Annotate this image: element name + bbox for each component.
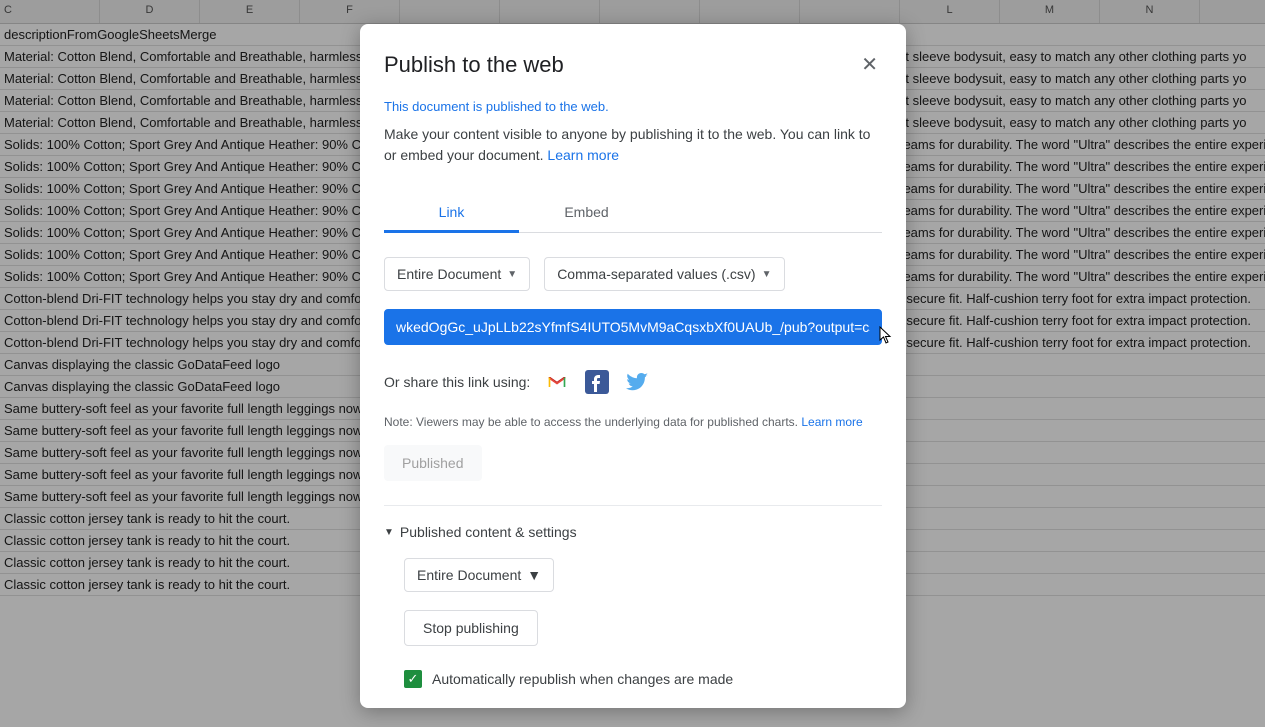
twitter-icon[interactable] bbox=[624, 369, 650, 395]
dialog-title: Publish to the web bbox=[384, 52, 564, 78]
settings-toggle[interactable]: ▼ Published content & settings bbox=[384, 524, 882, 540]
publish-url-input[interactable] bbox=[384, 309, 882, 345]
settings-header-label: Published content & settings bbox=[400, 524, 577, 540]
tab-embed[interactable]: Embed bbox=[519, 194, 654, 232]
published-button: Published bbox=[384, 445, 482, 481]
caret-down-icon: ▼ bbox=[762, 269, 772, 280]
tab-link[interactable]: Link bbox=[384, 194, 519, 233]
facebook-icon[interactable] bbox=[584, 369, 610, 395]
gmail-icon[interactable] bbox=[544, 369, 570, 395]
caret-down-icon: ▼ bbox=[527, 567, 541, 583]
note-learn-more-link[interactable]: Learn more bbox=[801, 415, 862, 429]
auto-republish-checkbox[interactable]: ✓ bbox=[404, 670, 422, 688]
note-body: Viewers may be able to access the underl… bbox=[413, 415, 802, 429]
select-format-label: Comma-separated values (.csv) bbox=[557, 266, 755, 282]
publish-dialog: Publish to the web ✕ This document is pu… bbox=[360, 24, 906, 708]
note-text: Note: Viewers may be able to access the … bbox=[384, 415, 882, 429]
learn-more-link[interactable]: Learn more bbox=[547, 147, 619, 163]
note-label: Note: bbox=[384, 415, 413, 429]
divider bbox=[384, 505, 882, 506]
published-status-link[interactable]: This document is published to the web. bbox=[384, 99, 609, 114]
dialog-description: Make your content visible to anyone by p… bbox=[384, 124, 882, 166]
caret-down-icon: ▼ bbox=[507, 269, 517, 280]
settings-select-label: Entire Document bbox=[417, 567, 521, 583]
stop-publishing-button[interactable]: Stop publishing bbox=[404, 610, 538, 646]
tab-bar: Link Embed bbox=[384, 194, 882, 233]
desc-text: Make your content visible to anyone by p… bbox=[384, 126, 870, 163]
format-select[interactable]: Comma-separated values (.csv) ▼ bbox=[544, 257, 784, 291]
share-label: Or share this link using: bbox=[384, 374, 530, 390]
close-icon[interactable]: ✕ bbox=[857, 48, 882, 81]
settings-scope-select[interactable]: Entire Document ▼ bbox=[404, 558, 554, 592]
auto-republish-label: Automatically republish when changes are… bbox=[432, 671, 733, 687]
select-doc-label: Entire Document bbox=[397, 266, 501, 282]
caret-down-icon: ▼ bbox=[384, 527, 394, 538]
document-scope-select[interactable]: Entire Document ▼ bbox=[384, 257, 530, 291]
